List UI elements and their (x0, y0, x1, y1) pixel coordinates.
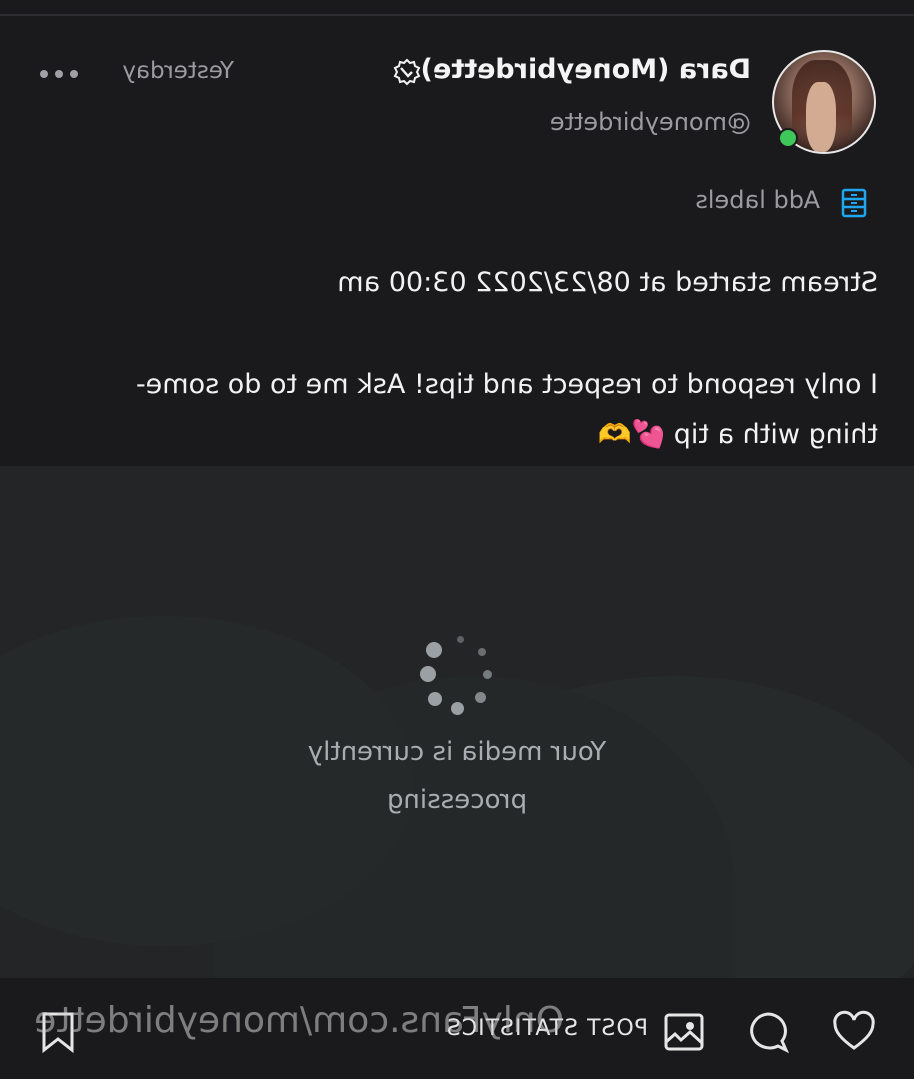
post-timestamp: Yesterday (122, 58, 234, 84)
media-processing-message: Your media is currently processing (307, 737, 607, 815)
post-text-line: thing with a tip 💕🫶 (597, 419, 878, 450)
author-name[interactable]: Dara (Moneybirdette) (421, 54, 751, 85)
labels-icon[interactable] (840, 188, 868, 218)
post-text-line: Stream started at 08/23/2022 03:00 am (337, 267, 878, 298)
spinner-icon (420, 636, 492, 716)
more-options-button[interactable] (38, 64, 78, 84)
watermark: OnlyFans.com/moneybirdette (34, 1000, 564, 1041)
comment-icon[interactable] (746, 1010, 790, 1054)
post-action-bar: POST STATISTICS OnlyFans.com/moneybirdet… (0, 978, 914, 1079)
verified-badge-icon (393, 58, 421, 86)
media-icon[interactable] (662, 1010, 706, 1054)
add-labels-button[interactable]: Add labels (695, 186, 820, 214)
media-placeholder[interactable]: Your media is currently processing (0, 466, 914, 978)
post-card: Dara (Moneybirdette) @moneybirdette Yest… (0, 0, 914, 1079)
author-handle[interactable]: @moneybirdette (550, 108, 751, 136)
more-icon (70, 70, 78, 78)
heart-icon[interactable] (832, 1010, 876, 1054)
post-body: Stream started at 08/23/2022 03:00 am I … (52, 258, 878, 460)
post-text-line: I only respond to respect and tips! Ask … (135, 369, 878, 400)
online-status-indicator (778, 128, 798, 148)
divider (0, 14, 914, 16)
